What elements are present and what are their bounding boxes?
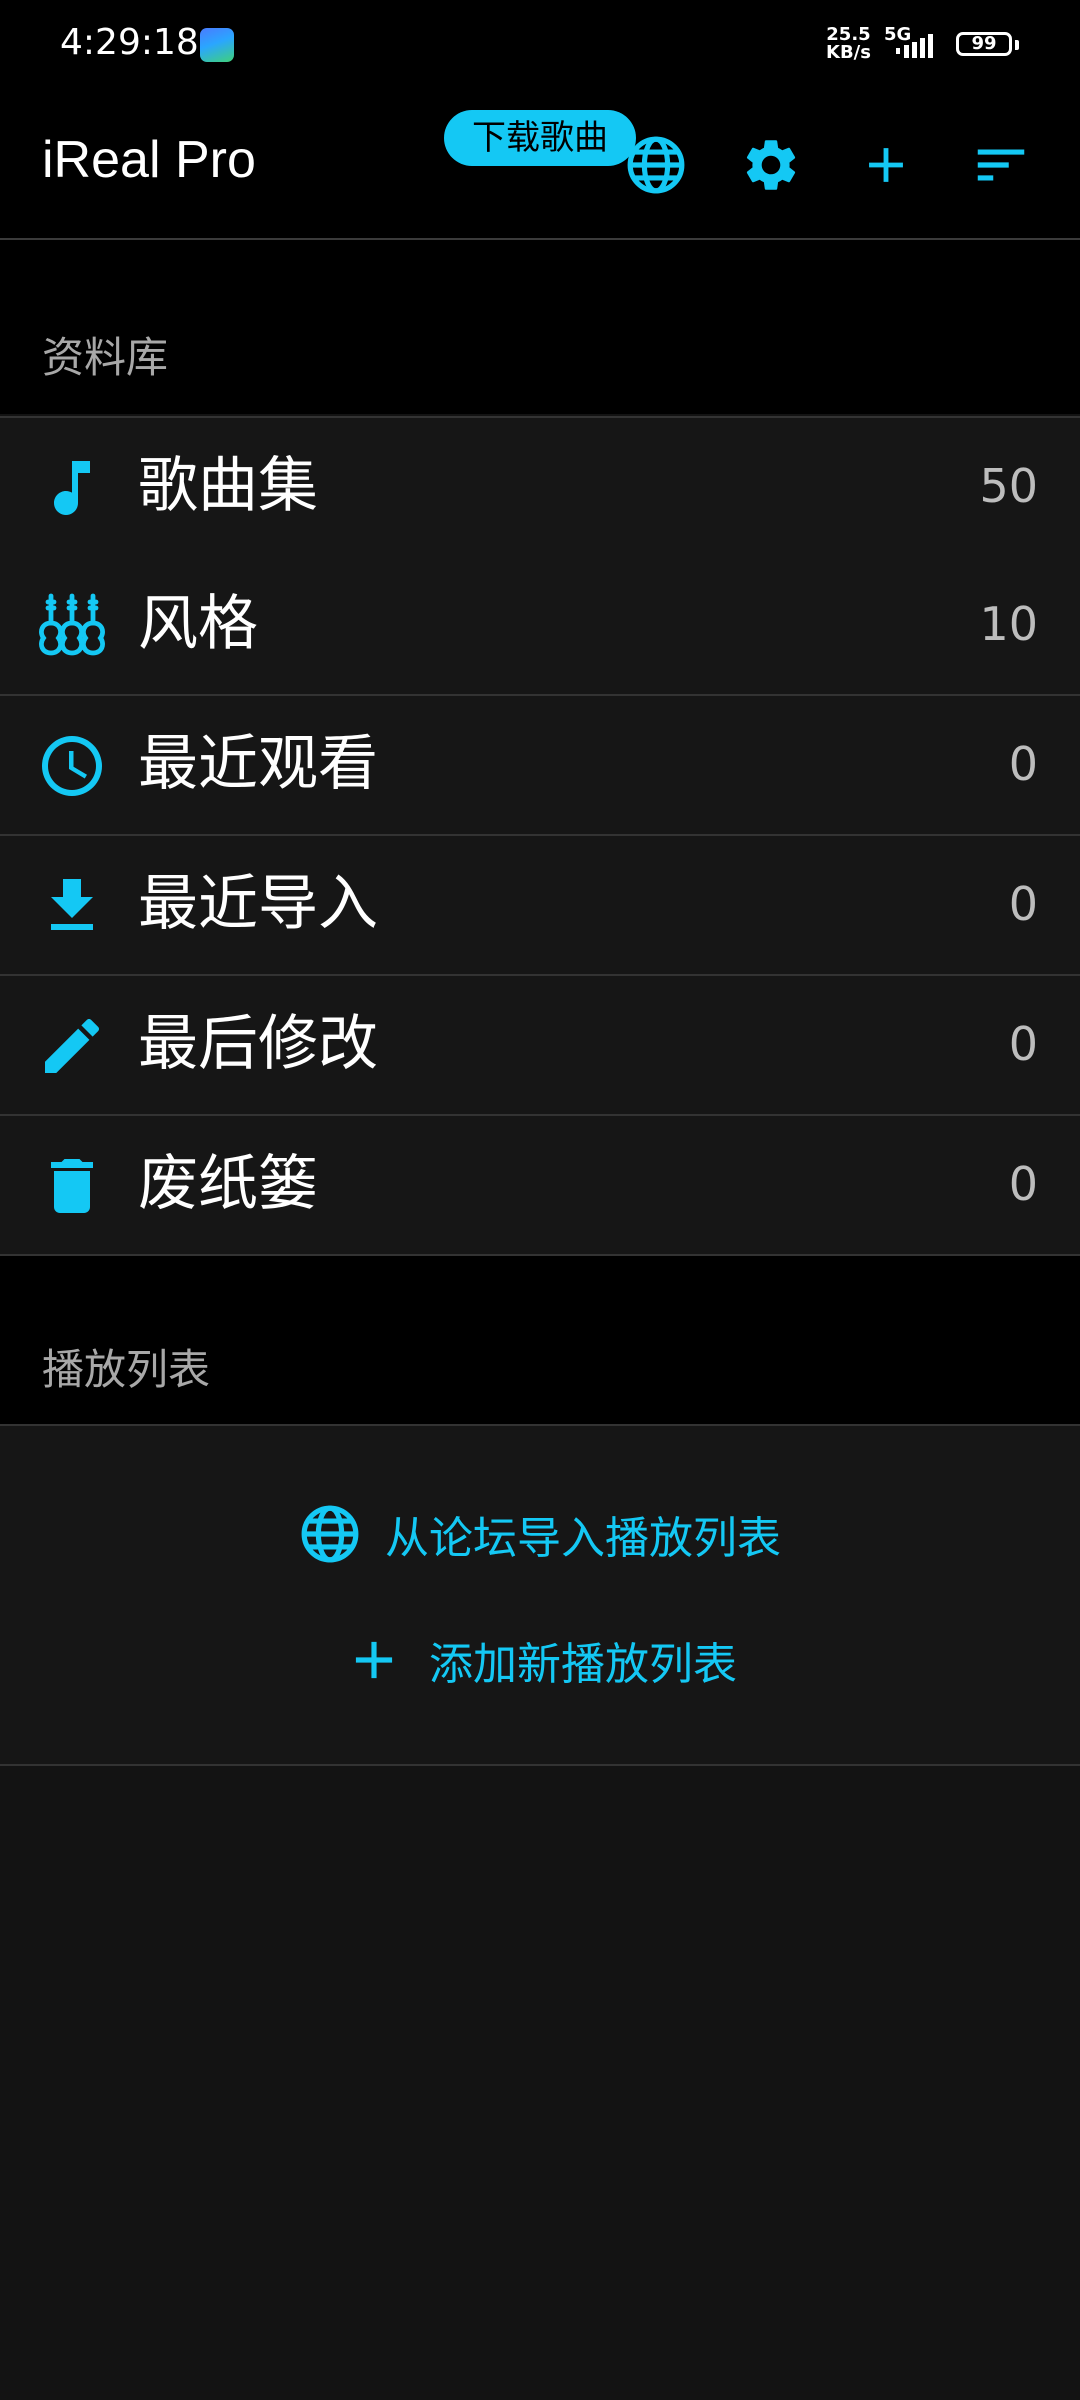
item-label: 最近观看 xyxy=(138,729,378,799)
playlists-section-header: 播放列表 xyxy=(0,1256,1080,1424)
add-playlist-label: 添加新播放列表 xyxy=(429,1639,737,1690)
import-playlists-button[interactable]: 从论坛导入播放列表 xyxy=(0,1494,1080,1574)
library-header-label: 资料库 xyxy=(42,333,169,382)
library-section-header: 资料库 xyxy=(0,240,1080,414)
battery-icon: 99 xyxy=(956,32,1012,56)
gear-icon[interactable] xyxy=(740,134,802,196)
pencil-icon xyxy=(45,1018,100,1073)
music-note-icon xyxy=(54,461,90,515)
item-count: 50 xyxy=(979,459,1038,513)
item-count: 0 xyxy=(1008,737,1038,791)
item-count: 0 xyxy=(1008,1017,1038,1071)
network-speed: 25.5 KB/s xyxy=(826,26,871,62)
playlists-header-label: 播放列表 xyxy=(42,1345,211,1394)
item-label: 风格 xyxy=(138,589,258,659)
item-label: 最近导入 xyxy=(138,869,378,939)
gallery-app-icon xyxy=(200,28,234,62)
clock-icon xyxy=(42,736,102,796)
item-count: 10 xyxy=(979,597,1038,651)
item-label: 废纸篓 xyxy=(138,1149,318,1219)
plus-icon xyxy=(355,1641,393,1679)
app-title: iReal Pro xyxy=(42,131,256,189)
library-item-trash[interactable]: 废纸篓 0 xyxy=(0,1116,1080,1256)
globe-icon[interactable] xyxy=(625,134,687,196)
globe-icon xyxy=(301,1505,359,1563)
trash-icon xyxy=(51,1159,93,1213)
library-item-songbooks[interactable]: 歌曲集 50 xyxy=(0,416,1080,558)
network-speed-unit: KB/s xyxy=(826,42,871,63)
library-item-last-modified[interactable]: 最后修改 0 xyxy=(0,976,1080,1116)
sort-icon[interactable] xyxy=(970,134,1032,196)
library-item-recently-imported[interactable]: 最近导入 0 xyxy=(0,836,1080,976)
download-songs-tooltip[interactable]: 下载歌曲 xyxy=(444,110,636,166)
app-bar: iReal Pro 下载歌曲 xyxy=(0,90,1080,240)
status-time: 4:29:18 xyxy=(60,22,199,63)
download-icon xyxy=(51,879,93,930)
guitars-icon xyxy=(39,593,105,656)
library-item-recently-viewed[interactable]: 最近观看 0 xyxy=(0,696,1080,836)
signal-icon xyxy=(896,34,933,58)
item-label: 最后修改 xyxy=(138,1009,378,1079)
playlist-actions: 从论坛导入播放列表 添加新播放列表 xyxy=(0,1424,1080,1766)
item-label: 歌曲集 xyxy=(138,451,318,521)
item-count: 0 xyxy=(1008,877,1038,931)
library-item-styles[interactable]: 风格 10 xyxy=(0,556,1080,696)
item-count: 0 xyxy=(1008,1157,1038,1211)
import-playlists-label: 从论坛导入播放列表 xyxy=(385,1513,781,1564)
battery-tip xyxy=(1015,40,1019,50)
add-playlist-button[interactable]: 添加新播放列表 xyxy=(0,1620,1080,1700)
plus-icon[interactable] xyxy=(857,136,915,194)
status-bar: 4:29:18 25.5 KB/s 5G 99 xyxy=(0,0,1080,90)
